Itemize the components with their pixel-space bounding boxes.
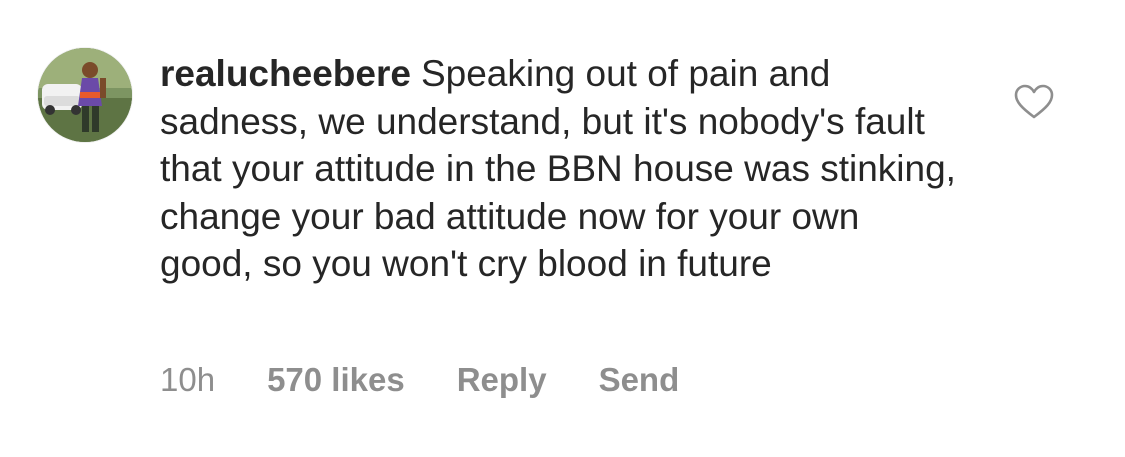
like-button[interactable] [1014, 84, 1054, 120]
profile-photo-icon [38, 48, 132, 142]
likes-count-link[interactable]: 570 likes [267, 361, 405, 399]
comment-row: realucheebere Speaking out of pain and sa… [0, 0, 1125, 457]
reply-button[interactable]: Reply [457, 361, 547, 399]
avatar[interactable] [38, 48, 132, 142]
comment-timestamp: 10h [160, 361, 216, 398]
comment-meta-row: 10h 570 likes Reply Send [160, 358, 679, 402]
send-button[interactable]: Send [599, 361, 680, 399]
comment-body: realucheebere Speaking out of pain and sa… [160, 50, 960, 288]
heart-outline-icon [1014, 84, 1054, 119]
comment-username[interactable]: realucheebere [160, 53, 411, 94]
